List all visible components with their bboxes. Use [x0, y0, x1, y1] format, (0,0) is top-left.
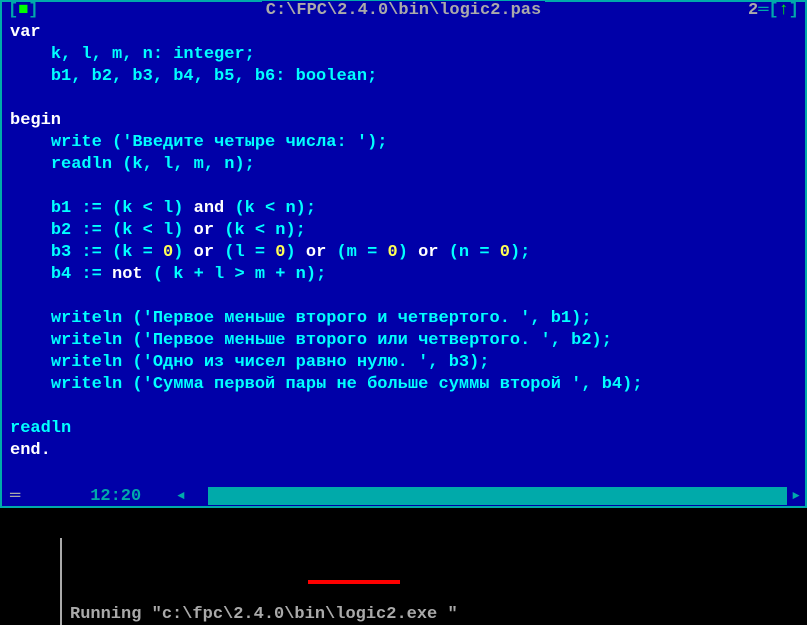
status-bar: ═ 12:20 ◄ ►: [2, 486, 805, 506]
code-editor[interactable]: var k, l, m, n: integer; b1, b2, b3, b4,…: [10, 22, 797, 482]
scroll-left-icon[interactable]: ◄: [172, 487, 190, 505]
editor-window: [■] C:\FPC\2.4.0\bin\logic2.pas 2═[↑] va…: [0, 0, 807, 508]
scroll-thumb[interactable]: [190, 487, 208, 505]
cursor-position: 12:20: [20, 487, 141, 506]
title-bar: [■] C:\FPC\2.4.0\bin\logic2.pas 2═[↑]: [2, 0, 805, 20]
scroll-right-icon[interactable]: ►: [787, 487, 805, 505]
close-button[interactable]: [■]: [8, 1, 39, 20]
red-underline: [308, 580, 400, 584]
window-indicator: 2═[↑]: [748, 1, 799, 20]
file-path: C:\FPC\2.4.0\bin\logic2.pas: [262, 1, 545, 20]
horizontal-scrollbar[interactable]: ◄ ►: [172, 487, 805, 505]
output-panel: Running "c:\fpc\2.4.0\bin\logic2.exe " В…: [0, 508, 807, 625]
output-divider: [60, 538, 62, 625]
output-text: Running "c:\fpc\2.4.0\bin\logic2.exe " В…: [60, 604, 807, 625]
